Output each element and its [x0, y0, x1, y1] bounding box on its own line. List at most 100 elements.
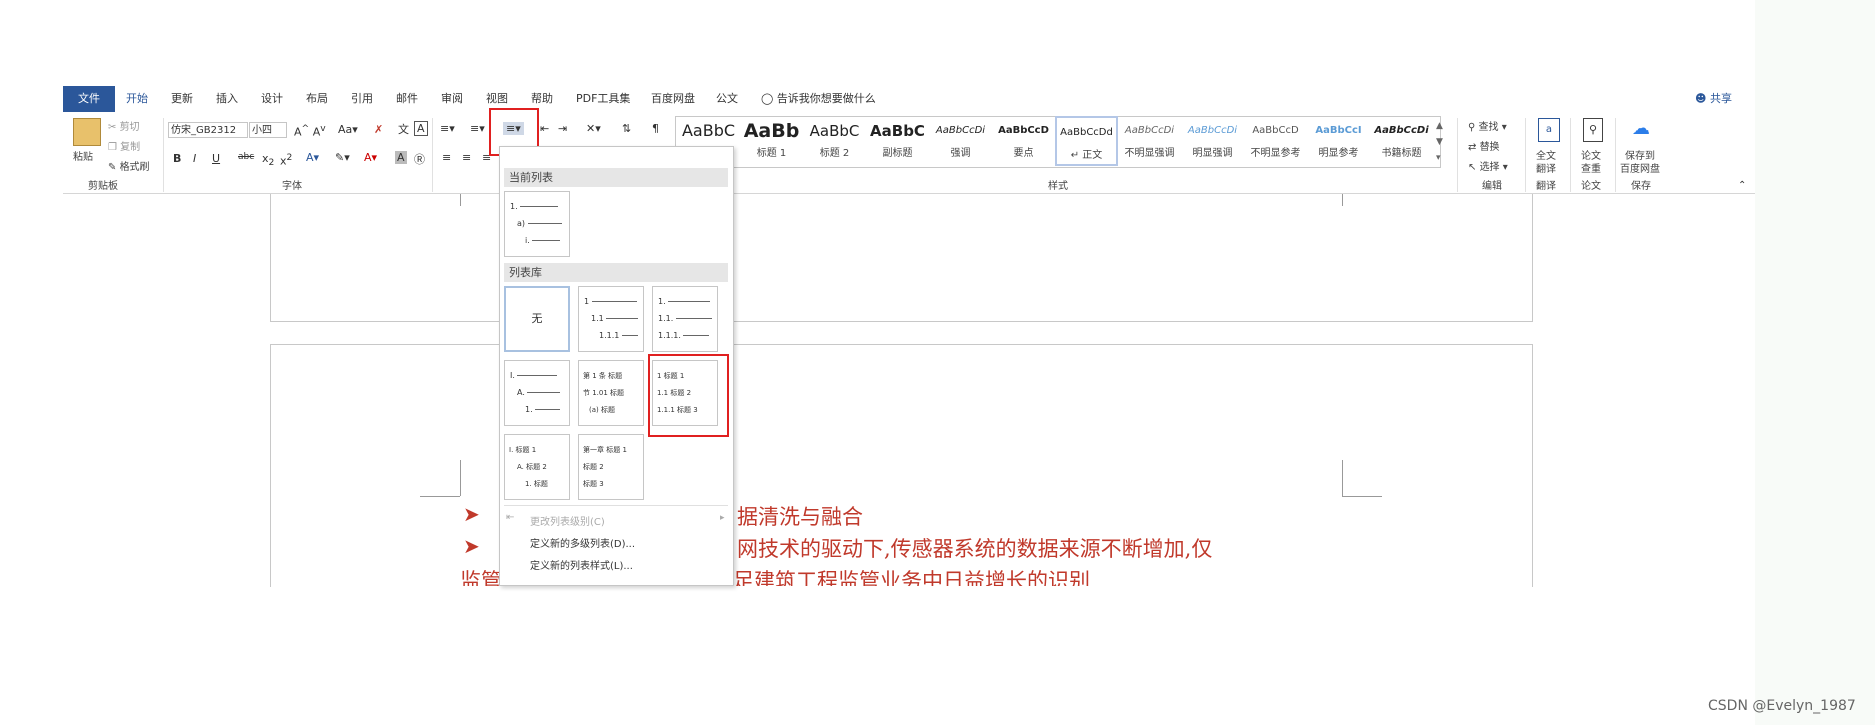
- tile-level-3: 1.1.1.: [658, 331, 681, 340]
- tab-update[interactable]: 更新: [171, 86, 193, 112]
- style-item[interactable]: AaBbCcDi 强调: [929, 116, 992, 166]
- find-button[interactable]: ⚲ 查找 ▾: [1468, 118, 1507, 133]
- tab-home[interactable]: 开始: [126, 86, 148, 112]
- style-item[interactable]: AaBbCcD 不明显参考: [1244, 116, 1307, 166]
- change-case-icon[interactable]: Aa▾: [338, 123, 358, 136]
- tile-level-2: 1.1.: [658, 314, 674, 323]
- tile-level-3: (a) 标题: [589, 406, 615, 414]
- style-item[interactable]: AaBbCcDi 书籍标题: [1370, 116, 1433, 166]
- menu-divider: [504, 505, 728, 506]
- paste-button[interactable]: 粘贴: [73, 148, 93, 163]
- sort-icon[interactable]: ⇅: [622, 122, 631, 135]
- tell-me-box[interactable]: ◯ 告诉我你想要做什么: [761, 86, 876, 112]
- current-list-tile[interactable]: 1. a) i.: [504, 191, 570, 257]
- tile-level-1: I. 标题 1: [509, 446, 537, 454]
- tile-level-1: 第 1 条 标题: [583, 372, 623, 380]
- phonetic-guide-icon[interactable]: 文: [398, 121, 409, 137]
- replace-button[interactable]: ⇄ 替换: [1468, 138, 1500, 153]
- align-center-icon[interactable]: ≡: [462, 151, 471, 164]
- style-preview: AaBbCcI: [1315, 125, 1362, 136]
- cut-button[interactable]: ✂ 剪切: [108, 118, 140, 133]
- chinese-layout-icon[interactable]: ✕▾: [586, 122, 601, 135]
- numbering-icon[interactable]: ≡▾: [470, 122, 485, 135]
- define-list-style-item[interactable]: 定义新的列表样式(L)...: [530, 557, 633, 572]
- document-line-2[interactable]: 网技术的驱动下,传感器系统的数据来源不断增加,仅: [737, 533, 1212, 563]
- list-style-tile[interactable]: 1 1.1 1.1.1: [578, 286, 644, 352]
- copy-button[interactable]: ❐ 复制: [108, 138, 140, 153]
- arrow-bullet-icon: ➤: [463, 534, 480, 558]
- style-item[interactable]: AaBbCcDi 明显强调: [1181, 116, 1244, 166]
- format-painter-label: 格式刷: [119, 162, 150, 173]
- decrease-indent-icon[interactable]: ⇤: [540, 122, 549, 135]
- clipboard-group-label: 剪贴板: [88, 181, 118, 192]
- style-item[interactable]: AaBbCcD 要点: [992, 116, 1055, 166]
- change-list-level-item[interactable]: 更改列表级别(C): [530, 513, 605, 528]
- select-button[interactable]: ↖ 选择 ▾: [1468, 158, 1508, 173]
- character-shading-icon[interactable]: A: [395, 151, 407, 164]
- tab-pdf-tools[interactable]: PDF工具集: [576, 86, 630, 112]
- paste-icon: [73, 118, 101, 146]
- style-item[interactable]: AaBbC 副标题: [866, 116, 929, 166]
- define-multilevel-list-item[interactable]: 定义新的多级列表(D)...: [530, 535, 635, 550]
- style-item[interactable]: AaBbCcDi 不明显强调: [1118, 116, 1181, 166]
- style-item-selected[interactable]: AaBbCcDd ↵ 正文: [1055, 116, 1118, 166]
- underline-button[interactable]: U: [212, 152, 220, 165]
- list-style-tile[interactable]: I. A. 1.: [504, 360, 570, 426]
- show-marks-icon[interactable]: ¶: [652, 122, 659, 135]
- clear-format-icon[interactable]: ✗: [374, 123, 383, 136]
- format-painter-button[interactable]: ✎ 格式刷: [108, 158, 150, 173]
- style-preview: AaBbCcDi: [1187, 125, 1238, 136]
- list-style-tile[interactable]: 第 1 条 标题 节 1.01 标题 (a) 标题: [578, 360, 644, 426]
- font-size-combo[interactable]: 小四: [249, 122, 287, 138]
- italic-button[interactable]: I: [193, 152, 196, 165]
- group-separator: [1457, 118, 1458, 192]
- tile-level-2: 标题 2: [583, 463, 604, 471]
- tab-layout[interactable]: 布局: [306, 86, 328, 112]
- strikethrough-icon[interactable]: abc: [238, 152, 254, 162]
- tab-review[interactable]: 审阅: [441, 86, 463, 112]
- tab-references[interactable]: 引用: [351, 86, 373, 112]
- enclose-character-icon[interactable]: Ⓡ: [414, 151, 425, 167]
- tell-me-label: 告诉我你想要做什么: [776, 92, 876, 105]
- list-none-tile[interactable]: 无: [504, 286, 570, 352]
- document-line-1[interactable]: 据清洗与融合: [737, 501, 863, 531]
- style-item[interactable]: AaBb 标题 1: [740, 116, 803, 166]
- superscript-icon[interactable]: x2: [280, 152, 292, 168]
- list-style-tile[interactable]: 1. 1.1. 1.1.1.: [652, 286, 718, 352]
- text-effects-icon[interactable]: A▾: [306, 151, 319, 164]
- paper-check-icon: ⚲: [1583, 118, 1603, 142]
- tab-insert[interactable]: 插入: [216, 86, 238, 112]
- tab-mailings[interactable]: 邮件: [396, 86, 418, 112]
- collapse-ribbon-icon[interactable]: ⌃: [1738, 180, 1746, 191]
- share-button[interactable]: ☻ 共享: [1695, 86, 1732, 112]
- replace-label: 替换: [1479, 142, 1500, 153]
- tab-baidu-netdisk[interactable]: 百度网盘: [651, 86, 695, 112]
- bullets-icon[interactable]: ≡▾: [440, 122, 455, 135]
- highlight-icon[interactable]: ✎▾: [335, 151, 350, 164]
- increase-indent-icon[interactable]: ⇥: [558, 122, 567, 135]
- gallery-scroll[interactable]: ▲ ▼ ▾: [1436, 118, 1443, 166]
- list-style-tile[interactable]: 第一章 标题 1 标题 2 标题 3: [578, 434, 644, 500]
- align-left-icon[interactable]: ≡: [442, 151, 451, 164]
- tab-file[interactable]: 文件: [63, 86, 115, 112]
- character-border-icon[interactable]: A: [414, 121, 428, 136]
- tab-design[interactable]: 设计: [261, 86, 283, 112]
- style-item[interactable]: AaBbCcI 明显参考: [1307, 116, 1370, 166]
- font-color-icon[interactable]: A▾: [364, 151, 377, 164]
- subscript-icon[interactable]: x2: [262, 152, 274, 168]
- person-icon: ☻: [1695, 92, 1707, 105]
- tile-level-1: I.: [510, 371, 515, 380]
- style-item[interactable]: AaBbC 标题 2: [803, 116, 866, 166]
- tile-level-1: 1: [584, 297, 590, 306]
- style-preview: AaBbC: [870, 122, 925, 140]
- font-name-combo[interactable]: 仿宋_GB2312: [168, 122, 248, 138]
- tab-official[interactable]: 公文: [716, 86, 738, 112]
- list-style-tile[interactable]: I. 标题 1 A. 标题 2 1. 标题: [504, 434, 570, 500]
- translate-label: 翻译: [1536, 164, 1556, 175]
- margin-mark: [1342, 460, 1343, 496]
- tile-level-2: 1.1: [591, 314, 604, 323]
- grow-font-icon[interactable]: A^ Av: [294, 123, 326, 139]
- change-level-icon: ⇤: [506, 512, 515, 523]
- style-name: 书籍标题: [1381, 148, 1422, 159]
- bold-button[interactable]: B: [173, 152, 181, 165]
